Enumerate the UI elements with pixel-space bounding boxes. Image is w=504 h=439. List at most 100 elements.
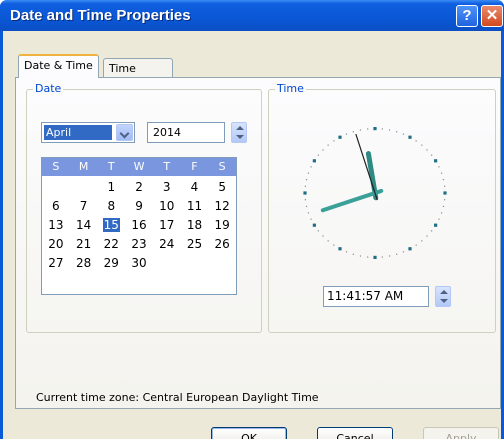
- clock-minute-mark: [304, 199, 306, 201]
- window-title: Date and Time Properties: [10, 7, 191, 24]
- time-input[interactable]: 11:41:57 AM: [323, 286, 429, 307]
- clock-minute-mark: [305, 179, 308, 181]
- calendar-empty-cell: [42, 178, 70, 197]
- spin-down-icon[interactable]: [440, 299, 448, 303]
- clock-minute-mark: [442, 179, 445, 181]
- calendar-day[interactable]: 10: [153, 197, 181, 216]
- calendar-day[interactable]: 1: [97, 178, 125, 197]
- help-icon[interactable]: ?: [456, 5, 478, 27]
- calendar-day[interactable]: 22: [97, 235, 125, 254]
- year-input[interactable]: 2014: [147, 122, 225, 143]
- clock-minute-mark: [402, 133, 405, 135]
- calendar-day[interactable]: 25: [181, 235, 209, 254]
- calendar-week-row: 27 28 29 30: [42, 254, 236, 273]
- clock-hour-mark: [312, 159, 316, 163]
- year-spinner[interactable]: [231, 122, 247, 143]
- clock-minute-mark: [359, 129, 362, 131]
- calendar-day[interactable]: 19: [208, 216, 236, 235]
- calendar-day[interactable]: 8: [97, 197, 125, 216]
- clock-minute-mark: [367, 128, 369, 130]
- clock-minute-mark: [440, 172, 443, 174]
- tab-date-time[interactable]: Date & Time: [18, 54, 99, 78]
- calendar-week-row: 12345: [42, 178, 236, 197]
- calendar-grid: 1 2 3 4 5 6 7 8 9 10 11 12 13 14 15 16 17 18 19 20 21 22 23 24 2…: [42, 178, 236, 273]
- calendar-day[interactable]: 12: [208, 197, 236, 216]
- calendar-day[interactable]: 17: [153, 216, 181, 235]
- calendar-day[interactable]: 21: [70, 235, 98, 254]
- title-bar[interactable]: Date and Time Properties ? ✕: [0, 0, 504, 31]
- calendar-day[interactable]: 11: [181, 197, 209, 216]
- cancel-button[interactable]: Cancel: [317, 427, 393, 439]
- month-value: April: [44, 125, 112, 140]
- clock-minute-mark: [431, 230, 433, 232]
- weekday-label: T: [107, 160, 115, 173]
- weekday-label: W: [133, 160, 145, 173]
- calendar-day[interactable]: 6: [42, 197, 70, 216]
- calendar-day[interactable]: 29: [97, 254, 125, 273]
- calendar-empty-cell: [153, 254, 181, 273]
- calendar-day[interactable]: 14: [70, 216, 98, 235]
- calendar-day[interactable]: 28: [70, 254, 98, 273]
- calendar-empty-cell: [208, 254, 236, 273]
- close-icon[interactable]: ✕: [481, 5, 503, 27]
- spin-down-icon[interactable]: [236, 135, 244, 139]
- clock-hour-mark: [434, 159, 438, 163]
- calendar-day[interactable]: 9: [125, 197, 153, 216]
- time-spinner[interactable]: [435, 286, 451, 307]
- calendar-day[interactable]: 18: [181, 216, 209, 235]
- clock-minute-mark: [345, 133, 348, 135]
- current-timezone-text: Current time zone: Central European Dayl…: [36, 391, 319, 404]
- calendar-week-row: 6 7 8 9 10 11 12: [42, 197, 236, 216]
- chevron-down-icon[interactable]: [116, 124, 133, 141]
- calendar-day[interactable]: 2: [125, 178, 153, 197]
- clock-minute-mark: [304, 185, 306, 187]
- ok-button[interactable]: OK: [211, 427, 287, 439]
- clock-minute-mark: [305, 205, 308, 207]
- date-group-legend: Date: [33, 82, 64, 95]
- calendar-day[interactable]: 3: [153, 178, 181, 197]
- time-group-legend: Time: [275, 82, 306, 95]
- clock-minute-mark: [333, 140, 335, 142]
- calendar-week-row: 13 14 15 16 17 18 19: [42, 216, 236, 235]
- calendar-day[interactable]: 16: [125, 216, 153, 235]
- calendar-day[interactable]: 24: [153, 235, 181, 254]
- clock-minute-mark: [327, 240, 329, 242]
- calendar-day[interactable]: 23: [125, 235, 153, 254]
- calendar-day[interactable]: 27: [42, 254, 70, 273]
- spin-up-icon[interactable]: [236, 126, 244, 130]
- time-group: Time 11:41:57 AM: [268, 82, 496, 333]
- calendar-empty-cell: [181, 254, 209, 273]
- clock-minute-mark: [381, 256, 383, 258]
- clock-minute-mark: [310, 166, 312, 168]
- tab-panel: Date April 2014 SMTWTFS 1 2 3 4 5 6 7 8 9 10 11 12 1…: [15, 77, 501, 409]
- clock-minute-mark: [426, 149, 428, 151]
- weekday-label: S: [52, 160, 60, 173]
- clock-hour-mark: [408, 135, 412, 139]
- clock-minute-mark: [444, 199, 446, 201]
- clock-minute-mark: [421, 144, 423, 146]
- clock-minute-mark: [415, 244, 417, 246]
- clock-minute-mark: [396, 253, 398, 255]
- calendar-day[interactable]: 13: [42, 216, 70, 235]
- calendar-day[interactable]: 5: [208, 178, 236, 197]
- spin-up-icon[interactable]: [440, 290, 448, 294]
- calendar-day[interactable]: 30: [125, 254, 153, 273]
- weekday-label: F: [191, 160, 198, 173]
- clock-hour-mark: [373, 255, 377, 259]
- calendar-day[interactable]: 26: [208, 235, 236, 254]
- clock-minute-mark: [426, 235, 428, 237]
- analog-clock: [303, 127, 447, 259]
- calendar-week-row: 20 21 22 23 24 25 26: [42, 235, 236, 254]
- clock-hour-mark: [408, 247, 412, 251]
- calendar-day[interactable]: 4: [181, 178, 209, 197]
- calendar-day[interactable]: 20: [42, 235, 70, 254]
- month-dropdown[interactable]: April: [41, 122, 135, 143]
- apply-button[interactable]: Apply: [423, 427, 499, 439]
- calendar-day[interactable]: 7: [70, 197, 98, 216]
- calendar-day[interactable]: 15: [97, 216, 125, 235]
- clock-hour-mark: [312, 223, 316, 227]
- clock-minute-mark: [317, 154, 319, 156]
- clock-minute-mark: [317, 230, 319, 232]
- weekday-header: SMTWTFS: [42, 158, 236, 176]
- clock-minute-mark: [381, 128, 383, 130]
